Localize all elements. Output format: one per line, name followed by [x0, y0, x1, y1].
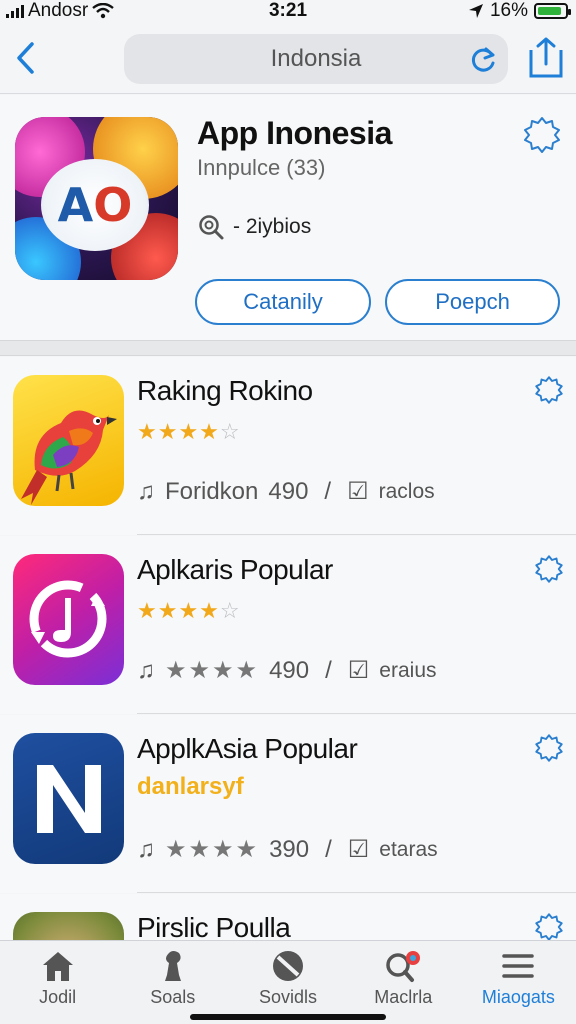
- share-icon[interactable]: [528, 36, 564, 80]
- battery-icon: [534, 3, 571, 19]
- status-bar: Andosr 3:21 16%: [0, 0, 576, 22]
- menu-icon: [502, 954, 535, 978]
- badge-icon[interactable]: [534, 375, 564, 405]
- tab-sovidls[interactable]: Sovidls: [230, 941, 345, 1024]
- chevron-left-icon: [17, 42, 34, 74]
- search-query: Indonsia: [270, 45, 362, 72]
- tab-home[interactable]: Jodil: [0, 941, 115, 1024]
- navigation-bar: Indonsia: [0, 26, 576, 94]
- app-name: ApplkAsia Popular: [137, 733, 358, 764]
- tab-miaogats[interactable]: Miaogats: [461, 941, 576, 1024]
- n-app-icon: [13, 733, 124, 864]
- search-icon: [199, 215, 224, 240]
- featured-app-meta: - 2iybios: [197, 213, 311, 241]
- rating-stars: ★★★★☆: [137, 598, 241, 623]
- status-right: 16%: [468, 0, 571, 22]
- rating-stars: ★★★★☆: [137, 419, 241, 444]
- badge-icon[interactable]: [534, 554, 564, 584]
- primary-action-button[interactable]: Catanily: [195, 279, 371, 325]
- music-note-icon: ♫: [137, 477, 155, 505]
- badge-icon[interactable]: [522, 115, 562, 155]
- home-icon: [42, 952, 73, 981]
- featured-app-icon: AO: [15, 117, 178, 280]
- search-icon: [386, 951, 421, 982]
- bird-app-icon: [13, 375, 124, 506]
- search-field[interactable]: Indonsia: [124, 34, 508, 84]
- row-separator: [137, 713, 576, 714]
- row-separator: [137, 534, 576, 535]
- app-meta: ♫ ★★★★ 390 / ☑ etaras: [137, 835, 438, 864]
- secondary-action-button[interactable]: Poepch: [385, 279, 560, 325]
- battery-percent: 16%: [489, 0, 528, 21]
- row-separator: [137, 892, 576, 893]
- badge-icon[interactable]: [534, 912, 564, 942]
- home-indicator[interactable]: [190, 1014, 386, 1020]
- music-note-icon: ♫: [137, 835, 155, 863]
- app-name: Raking Rokino: [137, 375, 313, 406]
- music-note-icon: ♫: [137, 656, 155, 684]
- disc-icon: [273, 951, 303, 981]
- checkbox-icon[interactable]: ☑: [348, 835, 370, 864]
- app-count: 490: [269, 656, 310, 684]
- location-icon: [468, 4, 483, 18]
- checkbox-icon[interactable]: ☑: [347, 477, 369, 506]
- app-meta: ♫ Foridkon 490 / ☑ raclos: [137, 477, 435, 506]
- list-item[interactable]: Raking Rokino ★★★★☆ ♫ Foridkon 490 / ☑ r…: [0, 357, 576, 535]
- app-action-label: raclos: [378, 479, 435, 503]
- featured-app-title: App Inonesia: [197, 115, 392, 151]
- chess-icon: [164, 951, 181, 981]
- app-meta: ♫ ★★★★ 490 / ☑ eraius: [137, 656, 437, 685]
- developer-name: danlarsyf: [137, 773, 244, 800]
- badge-icon[interactable]: [534, 733, 564, 763]
- featured-app-logo: AO: [41, 159, 149, 251]
- list-item[interactable]: Aplkaris Popular ★★★★☆ ♫ ★★★★ 490 / ☑ er…: [0, 536, 576, 714]
- list-item[interactable]: ApplkAsia Popular danlarsyf ♫ ★★★★ 390 /…: [0, 715, 576, 893]
- app-count: 490: [268, 477, 309, 505]
- sync-music-app-icon: [13, 554, 124, 685]
- section-divider: [0, 340, 576, 356]
- app-action-label: etaras: [379, 837, 438, 861]
- app-name: Aplkaris Popular: [137, 554, 333, 585]
- reload-icon[interactable]: [470, 46, 498, 74]
- back-button[interactable]: [10, 38, 40, 78]
- app-count: 390: [269, 835, 310, 863]
- tab-bar: Jodil Soals Sovidls Maclrla Miaogats: [0, 940, 576, 1024]
- featured-app-subtitle: Innpulce (33): [197, 155, 326, 180]
- tab-soals[interactable]: Soals: [115, 941, 230, 1024]
- tab-maclrla[interactable]: Maclrla: [346, 941, 461, 1024]
- checkbox-icon[interactable]: ☑: [348, 656, 370, 685]
- featured-app-card[interactable]: AO App Inonesia Innpulce (33) - 2iybios …: [0, 95, 576, 340]
- app-action-label: eraius: [379, 658, 437, 682]
